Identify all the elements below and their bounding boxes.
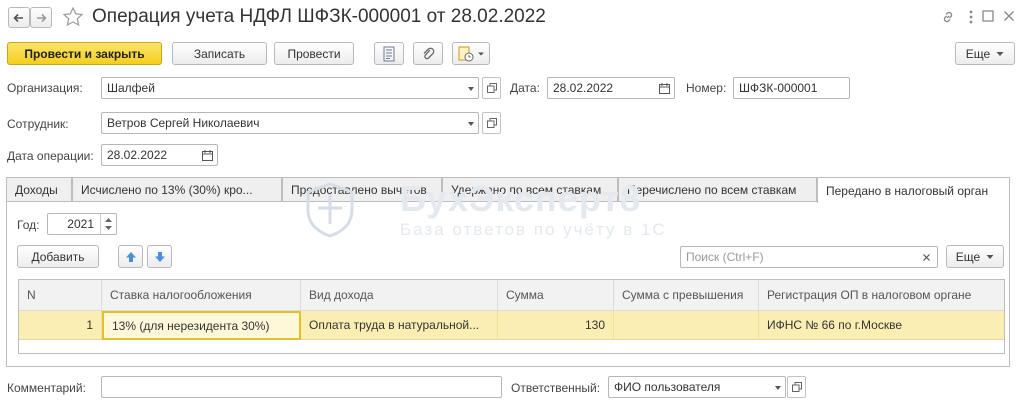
open-window-icon: [791, 382, 802, 392]
spin-up-icon[interactable]: [105, 217, 112, 222]
responsible-label: Ответственный:: [511, 381, 601, 395]
more-label: Еще: [965, 46, 991, 61]
comment-label: Комментарий:: [7, 381, 86, 395]
save-button[interactable]: Записать: [172, 42, 267, 65]
calendar-icon[interactable]: [659, 83, 670, 94]
year-field[interactable]: 2021: [47, 213, 117, 235]
tab-submitted-to-tax[interactable]: Передано в налоговый орган: [817, 177, 1010, 203]
forward-button[interactable]: [30, 7, 52, 28]
arrow-up-icon: [125, 251, 136, 262]
year-label: Год:: [17, 218, 40, 232]
chevron-down-icon[interactable]: [468, 122, 474, 126]
window-title: Операция учета НДФЛ ШФЗК-000001 от 28.02…: [92, 6, 546, 27]
chevron-down-icon[interactable]: [468, 87, 474, 91]
search-placeholder: Поиск (Ctrl+F): [686, 250, 764, 264]
link-icon[interactable]: [940, 9, 956, 25]
maximize-icon[interactable]: [982, 10, 994, 22]
employee-value: Ветров Сергей Николаевич: [107, 116, 260, 130]
document-icon: [383, 46, 395, 61]
report-clock-icon: [458, 46, 473, 61]
forward-arrow-icon: [37, 13, 47, 22]
attach-button[interactable]: [413, 42, 443, 65]
responsible-open-button[interactable]: [787, 376, 806, 398]
clear-icon[interactable]: [923, 254, 930, 261]
back-button[interactable]: [8, 7, 30, 28]
column-header-sum[interactable]: Сумма: [498, 280, 614, 311]
employee-label: Сотрудник:: [7, 117, 69, 131]
table-cell-excess-sum[interactable]: [614, 311, 759, 340]
move-down-button[interactable]: [147, 245, 172, 268]
tab-income[interactable]: Доходы: [6, 177, 72, 202]
chevron-down-icon: [996, 51, 1004, 56]
calendar-icon[interactable]: [202, 150, 213, 161]
table-cell-income-type[interactable]: Оплата труда в натуральной...: [301, 311, 498, 340]
employee-field[interactable]: Ветров Сергей Николаевич: [101, 112, 479, 134]
year-value: 2021: [67, 217, 94, 231]
column-header-registration[interactable]: Регистрация ОП в налоговом органе: [759, 280, 1004, 311]
panel-more-label: Еще: [955, 249, 981, 264]
year-spinner[interactable]: [100, 214, 116, 234]
open-window-icon: [486, 83, 497, 93]
operation-date-value: 28.02.2022: [107, 148, 168, 162]
tab-transferred[interactable]: Перечислено по всем ставкам: [618, 177, 817, 202]
tab-withheld[interactable]: Удержано по всем ставкам: [442, 177, 618, 202]
print-doc-button[interactable]: [374, 42, 404, 65]
column-header-income-type[interactable]: Вид дохода: [301, 280, 498, 311]
close-icon[interactable]: [1003, 10, 1015, 22]
add-button[interactable]: Добавить: [17, 245, 99, 268]
comment-field[interactable]: [101, 376, 502, 398]
more-button[interactable]: Еще: [955, 42, 1015, 65]
reports-dropdown-button[interactable]: [452, 42, 490, 65]
column-header-excess-sum[interactable]: Сумма с превышения: [614, 280, 759, 311]
date-label: Дата:: [510, 81, 540, 95]
operation-date-field[interactable]: 28.02.2022: [101, 144, 218, 166]
tab-deductions[interactable]: Предоставлено вычетов: [282, 177, 442, 202]
arrow-down-icon: [154, 251, 165, 262]
date-value: 28.02.2022: [553, 81, 614, 95]
column-header-n[interactable]: N: [19, 280, 102, 311]
post-button[interactable]: Провести: [274, 42, 354, 65]
star-icon[interactable]: [62, 6, 84, 28]
tab-calculated[interactable]: Исчислено по 13% (30%) кро...: [72, 177, 282, 202]
chevron-down-icon[interactable]: [775, 386, 781, 390]
table-cell-n[interactable]: 1: [19, 311, 102, 340]
operation-date-label: Дата операции:: [7, 149, 94, 163]
paperclip-icon: [423, 47, 435, 59]
open-window-icon: [486, 118, 497, 128]
number-value: ШФЗК-000001: [739, 81, 818, 95]
column-header-rate[interactable]: Ставка налогообложения: [102, 280, 301, 311]
panel-more-button[interactable]: Еще: [946, 245, 1004, 268]
table-cell-sum[interactable]: 130: [498, 311, 614, 340]
employee-open-button[interactable]: [482, 112, 501, 134]
table-cell-rate[interactable]: 13% (для нерезидента 30%): [102, 311, 301, 340]
spin-down-icon[interactable]: [105, 226, 112, 231]
move-up-button[interactable]: [118, 245, 143, 268]
responsible-value: ФИО пользователя: [614, 380, 721, 394]
responsible-field[interactable]: ФИО пользователя: [608, 376, 786, 398]
organization-label: Организация:: [7, 81, 83, 95]
chevron-down-icon: [986, 254, 994, 259]
date-field[interactable]: 28.02.2022: [547, 77, 675, 99]
organization-field[interactable]: Шалфей: [101, 77, 479, 99]
number-field[interactable]: ШФЗК-000001: [733, 77, 850, 99]
post-and-close-button[interactable]: Провести и закрыть: [7, 42, 162, 65]
organization-open-button[interactable]: [482, 77, 501, 99]
search-input[interactable]: Поиск (Ctrl+F): [680, 246, 938, 268]
more-vert-icon[interactable]: [968, 9, 974, 25]
data-table: N Ставка налогообложения Вид дохода Сумм…: [18, 279, 1005, 354]
number-label: Номер:: [686, 81, 727, 95]
organization-value: Шалфей: [107, 81, 155, 95]
back-arrow-icon: [13, 13, 23, 22]
table-cell-registration[interactable]: ИФНС № 66 по г.Москве: [759, 311, 1004, 340]
chevron-down-icon: [477, 52, 484, 55]
